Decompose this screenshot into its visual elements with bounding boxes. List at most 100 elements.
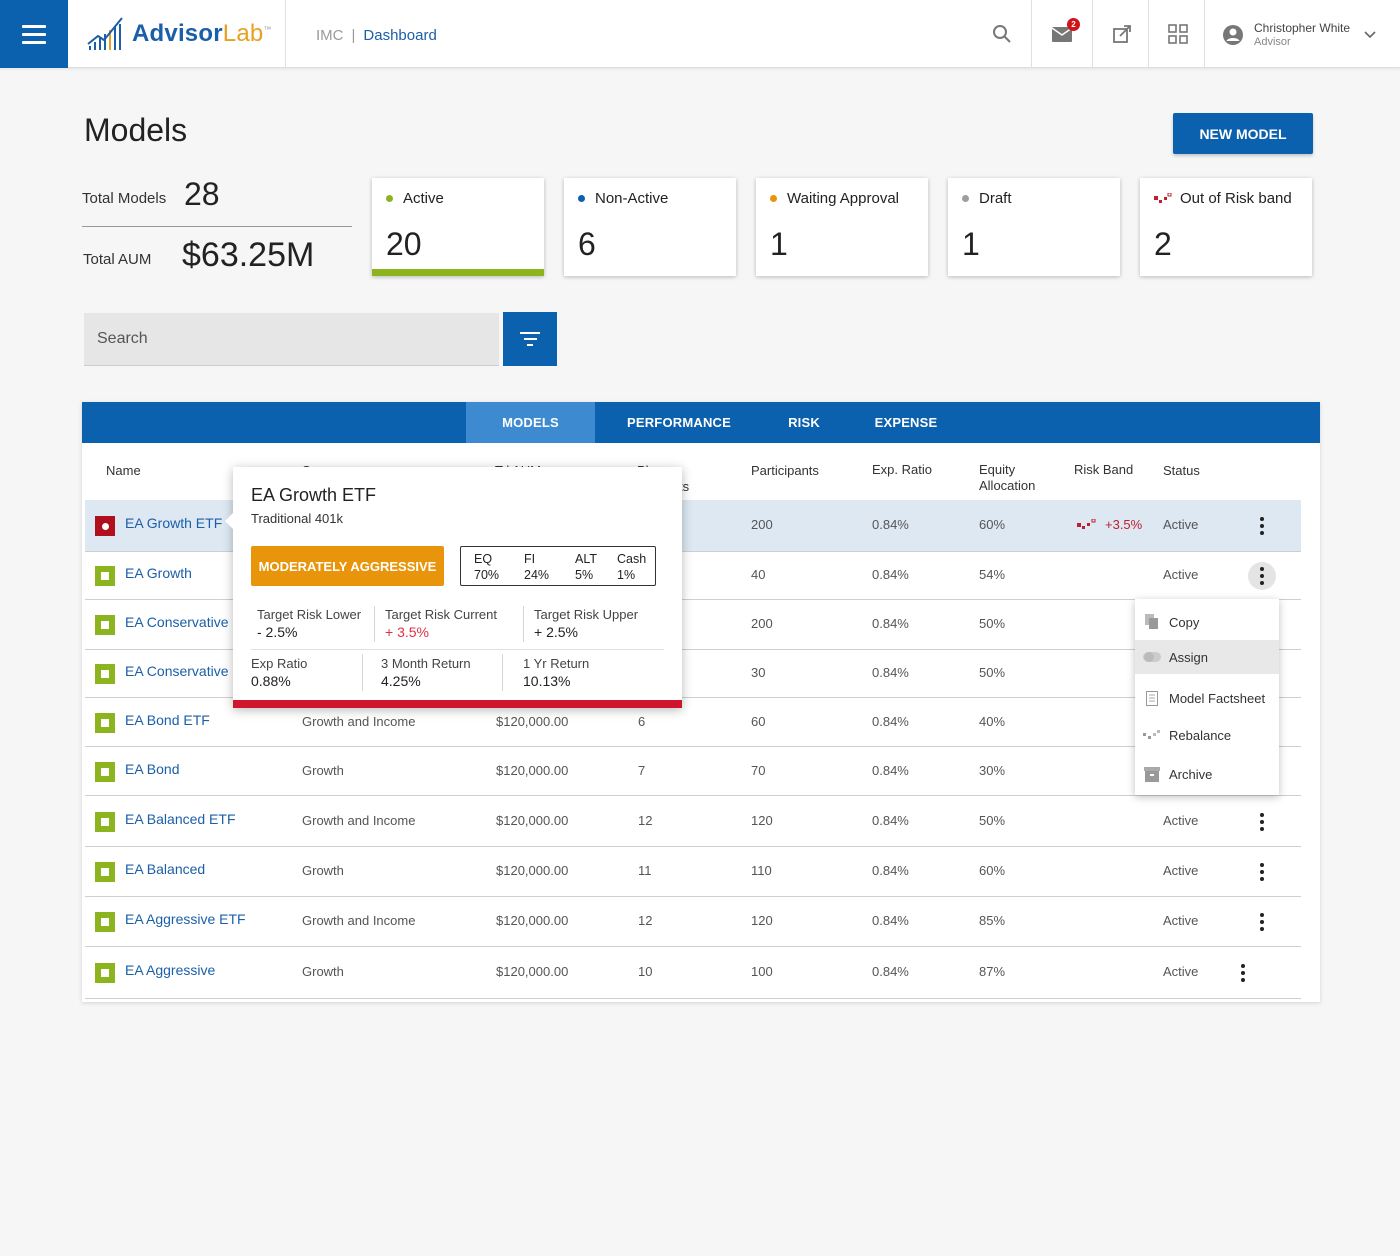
- flag-inner: [101, 969, 109, 977]
- external-link-icon[interactable]: [1110, 22, 1134, 46]
- search-icon[interactable]: [990, 22, 1014, 46]
- exp-ratio-cell: 0.84%: [872, 813, 909, 828]
- column-header-exp-ratio[interactable]: Exp. Ratio: [872, 462, 932, 478]
- divider: [1148, 0, 1149, 68]
- exp-ratio-cell: 0.84%: [872, 863, 909, 878]
- column-header-participants[interactable]: Participants: [751, 463, 819, 479]
- tab-performance[interactable]: PERFORMANCE: [612, 402, 746, 443]
- column-header-status[interactable]: Status: [1163, 463, 1200, 479]
- total-aum-cell: $120,000.00: [496, 913, 569, 928]
- table-row[interactable]: EA Balanced Growth $120,000.00 11 110 0.84% 60…: [85, 847, 1301, 897]
- model-status-flag-icon: [95, 812, 115, 832]
- model-name-link[interactable]: EA Aggressive: [125, 962, 215, 978]
- tab-risk[interactable]: RISK: [772, 402, 836, 443]
- kebab-dot: [1260, 870, 1264, 874]
- stat-value: 1: [962, 226, 980, 262]
- menu-item-copy[interactable]: Copy: [1135, 605, 1279, 639]
- model-name-link[interactable]: EA Aggressive ETF: [125, 911, 246, 927]
- document-icon: [1135, 690, 1169, 706]
- stat-label: Out of Risk band: [1154, 190, 1292, 207]
- model-name-link[interactable]: EA Balanced: [125, 861, 205, 877]
- tab-models[interactable]: MODELS: [466, 402, 595, 443]
- more-options-icon[interactable]: [1229, 959, 1257, 987]
- menu-item-assign[interactable]: Assign: [1135, 640, 1279, 674]
- filter-icon: [527, 344, 533, 346]
- exp-ratio-cell: 0.84%: [872, 714, 909, 729]
- menu-item-archive[interactable]: Archive: [1135, 757, 1279, 791]
- model-name-link[interactable]: EA Conservative ETF: [125, 614, 235, 630]
- copy-icon: [1135, 614, 1169, 630]
- model-name-link[interactable]: EA Conservative: [125, 663, 229, 679]
- hamburger-line: [22, 32, 46, 36]
- alloc-value: 70%: [474, 568, 500, 582]
- status-cell: Active: [1163, 813, 1199, 828]
- stat-card-draft[interactable]: Draft 1: [948, 178, 1120, 276]
- advisorlab-logo[interactable]: AdvisorLab™: [86, 12, 286, 56]
- exp-ratio-cell: 0.84%: [872, 964, 909, 979]
- total-aum-label: Total AUM: [83, 251, 152, 268]
- model-type-cell: Growth and Income: [302, 813, 416, 828]
- more-options-icon[interactable]: [1248, 808, 1276, 836]
- column-header-risk-band[interactable]: Risk Band: [1074, 462, 1133, 478]
- table-row[interactable]: EA Balanced ETF Growth and Income $120,000…: [85, 796, 1301, 847]
- participants-cell: 30: [751, 665, 766, 680]
- model-name-link[interactable]: EA Growth: [125, 565, 192, 581]
- equity-allocation-cell: 60%: [979, 517, 1006, 532]
- target-risk-lower-label: Target Risk Lower: [257, 607, 362, 622]
- mail-icon[interactable]: 2: [1050, 18, 1080, 46]
- kebab-dot: [1260, 927, 1264, 931]
- apps-grid-icon[interactable]: [1166, 22, 1190, 46]
- stat-card-out-of-risk-band[interactable]: Out of Risk band 2: [1140, 178, 1312, 276]
- alloc-eq: EQ 70%: [474, 551, 499, 583]
- total-aum-cell: $120,000.00: [496, 714, 569, 729]
- user-menu[interactable]: Christopher White Advisor: [1222, 18, 1382, 52]
- new-model-button[interactable]: NEW MODEL: [1173, 113, 1313, 154]
- equity-allocation-cell: 85%: [979, 913, 1006, 928]
- total-aum-cell: $120,000.00: [496, 863, 569, 878]
- search-input[interactable]: [84, 313, 499, 366]
- participants-cell: 200: [751, 517, 773, 532]
- stat-label-text: Waiting Approval: [787, 190, 900, 207]
- column-header-equity-allocation[interactable]: Equity Allocation: [979, 462, 1035, 494]
- menu-item-rebalance[interactable]: Rebalance: [1135, 718, 1279, 752]
- kebab-dot: [1260, 531, 1264, 535]
- more-options-icon[interactable]: [1248, 512, 1276, 540]
- more-options-icon[interactable]: [1248, 858, 1276, 886]
- more-options-icon[interactable]: [1248, 908, 1276, 936]
- model-name-link[interactable]: EA Bond ETF: [125, 712, 210, 728]
- kebab-dot: [1260, 820, 1264, 824]
- tab-expense[interactable]: EXPENSE: [862, 402, 950, 443]
- menu-item-label: Assign: [1169, 649, 1209, 665]
- logo-accent-text: Lab: [222, 20, 264, 47]
- model-name-link[interactable]: EA Balanced ETF: [125, 811, 236, 827]
- column-header-name[interactable]: Name: [106, 463, 141, 479]
- model-name-link[interactable]: EA Bond: [125, 761, 180, 777]
- table-row[interactable]: EA Aggressive ETF Growth and Income $120,0…: [85, 897, 1301, 947]
- kebab-dot: [1260, 827, 1264, 831]
- stat-card-active[interactable]: Active 20: [372, 178, 544, 276]
- total-aum-cell: $120,000.00: [496, 964, 569, 979]
- hamburger-menu-button[interactable]: [0, 0, 68, 68]
- model-name-link[interactable]: EA Growth ETF: [125, 515, 222, 531]
- more-options-icon[interactable]: [1248, 562, 1276, 590]
- exp-ratio-cell: 0.84%: [872, 567, 909, 582]
- stat-label: Waiting Approval: [770, 190, 899, 207]
- breadcrumb-root[interactable]: IMC: [316, 27, 344, 44]
- stat-card-waiting-approval[interactable]: Waiting Approval 1: [756, 178, 928, 276]
- plans-cell: 10: [638, 964, 653, 979]
- plans-cell: 6: [638, 714, 646, 729]
- breadcrumb-current[interactable]: Dashboard: [363, 27, 436, 44]
- three-month-return-value: 4.25%: [381, 673, 421, 689]
- menu-item-label: Model Factsheet: [1169, 690, 1266, 706]
- table-row[interactable]: EA Aggressive Growth $120,000.00 10 100 0.84%…: [85, 947, 1301, 999]
- menu-item-model-factsheet[interactable]: Model Factsheet: [1135, 681, 1279, 715]
- model-detail-popover: EA Growth ETF Traditional 401k MODERATEL…: [225, 467, 682, 708]
- exp-ratio-cell: 0.84%: [872, 616, 909, 631]
- menu-item-label: Copy: [1169, 614, 1200, 630]
- table-row[interactable]: EA Bond Growth $120,000.00 7 70 0.84% 30%: [85, 747, 1301, 796]
- stat-card-non-active[interactable]: Non-Active 6: [564, 178, 736, 276]
- filter-button[interactable]: [503, 312, 557, 366]
- tab-bar: MODELS PERFORMANCE RISK EXPENSE: [82, 402, 1320, 443]
- kebab-dot: [1260, 517, 1264, 521]
- model-status-flag-icon: [95, 862, 115, 882]
